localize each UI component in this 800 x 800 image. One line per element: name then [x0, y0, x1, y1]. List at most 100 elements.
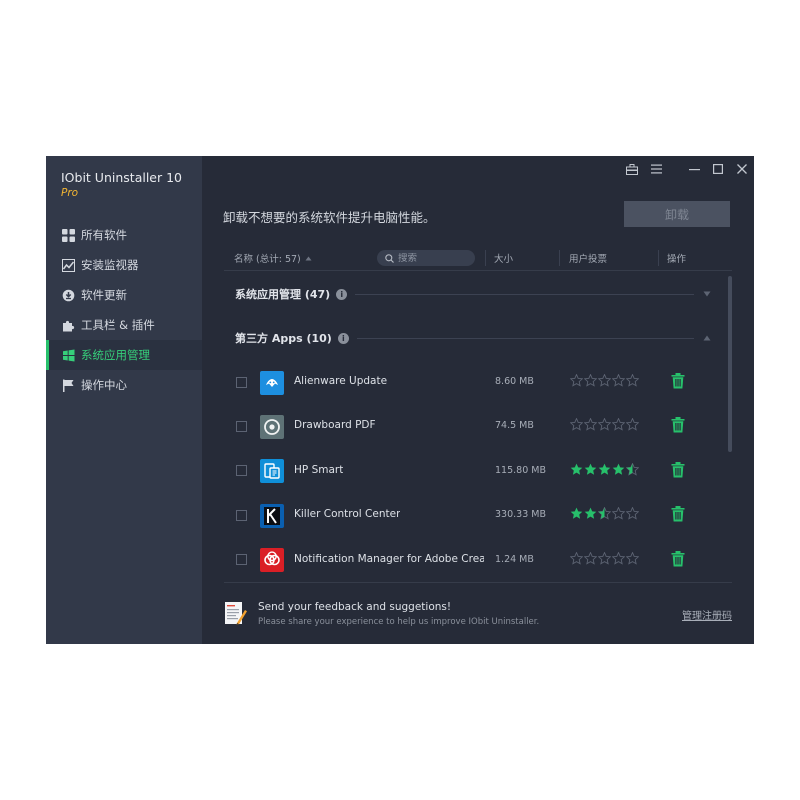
trash-icon[interactable]: [671, 417, 685, 433]
app-size: 74.5 MB: [495, 420, 534, 432]
column-size[interactable]: 大小: [494, 246, 513, 270]
grid-icon: [62, 228, 75, 242]
group-label: 第三方 Apps (10): [235, 332, 332, 345]
sidebar-nav: 所有软件 安装监视器 软件更新 工具栏 & 插件 系统应用管理 操作中心: [46, 220, 202, 400]
star-filled-icon: [612, 463, 625, 475]
feedback-title[interactable]: Send your feedback and suggetions!: [258, 601, 451, 613]
star-half-icon: [598, 507, 611, 520]
search-icon: [385, 253, 394, 263]
sidebar-item-toolbars-plugins[interactable]: 工具栏 & 插件: [46, 310, 202, 340]
sidebar-item-label: 工具栏 & 插件: [81, 318, 155, 332]
star-empty-icon: [584, 551, 597, 565]
sidebar-item-software-update[interactable]: 软件更新: [46, 280, 202, 310]
star-filled-icon: [598, 463, 611, 475]
alienware-icon: [260, 370, 284, 395]
rating-stars[interactable]: [570, 418, 640, 432]
window-controls: [620, 156, 754, 182]
rating-stars[interactable]: [570, 551, 640, 566]
menu-icon: [650, 164, 662, 174]
manage-license-link[interactable]: 管理注册码: [682, 607, 732, 622]
sidebar-item-system-apps[interactable]: 系统应用管理: [46, 340, 202, 370]
feedback-footer: Send your feedback and suggetions! Pleas…: [224, 582, 732, 644]
star-empty-icon: [612, 374, 625, 387]
star-empty-icon: [626, 418, 639, 431]
maximize-button[interactable]: [706, 156, 730, 182]
column-name-label: 名称 (总计: 57): [234, 254, 301, 265]
feedback-subtitle: Please share your experience to help us …: [258, 617, 540, 627]
column-rating[interactable]: 用户投票: [569, 246, 607, 270]
app-name[interactable]: HP Smart: [294, 464, 343, 476]
puzzle-icon: [62, 319, 75, 332]
rating-stars[interactable]: [570, 462, 640, 477]
sidebar-item-label: 系统应用管理: [81, 348, 150, 362]
expand-arrow-down-icon[interactable]: [702, 289, 712, 299]
star-empty-icon: [584, 374, 597, 387]
group-third-party-apps[interactable]: 第三方 Apps (10) i: [224, 324, 712, 352]
killer-icon: [260, 503, 284, 528]
trash-icon[interactable]: [671, 461, 685, 478]
star-empty-icon: [570, 418, 583, 431]
sidebar-item-install-monitor[interactable]: 安装监视器: [46, 250, 202, 280]
group-label: 系统应用管理 (47): [235, 288, 331, 301]
toolbox-button[interactable]: [620, 156, 644, 182]
scrollbar-thumb[interactable]: [728, 276, 732, 452]
star-filled-icon: [584, 463, 597, 475]
app-name[interactable]: Killer Control Center: [294, 508, 400, 520]
sort-up-icon: [305, 256, 312, 260]
trash-icon[interactable]: [671, 550, 685, 567]
star-filled-icon: [570, 463, 583, 475]
row-checkbox[interactable]: [236, 420, 247, 432]
column-header: 名称 (总计: 57) 大小 用户投票 操作: [224, 246, 732, 271]
table-row: Drawboard PDF 74.5 MB: [224, 405, 712, 449]
column-action: 操作: [667, 254, 687, 265]
column-name-sort[interactable]: 名称 (总计: 57): [234, 246, 312, 270]
search-input[interactable]: [398, 252, 468, 264]
star-empty-icon: [598, 418, 611, 431]
trash-icon[interactable]: [671, 506, 685, 522]
row-checkbox[interactable]: [236, 465, 247, 477]
star-filled-icon: [584, 507, 597, 519]
app-name[interactable]: Drawboard PDF: [294, 419, 376, 431]
app-name[interactable]: Alienware Update: [294, 375, 387, 387]
minimize-button[interactable]: [682, 156, 706, 182]
column-divider: [658, 250, 659, 266]
star-empty-icon: [612, 507, 625, 520]
star-empty-icon: [598, 551, 611, 565]
collapse-arrow-up-icon[interactable]: [702, 333, 712, 343]
rating-stars[interactable]: [570, 507, 640, 521]
info-icon[interactable]: i: [336, 288, 348, 300]
sidebar-item-action-center[interactable]: 操作中心: [46, 370, 202, 400]
search-box[interactable]: [377, 250, 475, 266]
hp-smart-icon: [260, 459, 284, 484]
rating-stars[interactable]: [570, 374, 640, 388]
sidebar: IObit Uninstaller 10 Pro 所有软件 安装监视器 软件更新: [46, 156, 202, 644]
info-icon[interactable]: i: [337, 332, 349, 344]
minimize-icon: [688, 169, 700, 171]
trash-icon[interactable]: [671, 373, 685, 389]
table-row: HP Smart 115.80 MB: [224, 450, 712, 494]
star-half-icon: [626, 462, 639, 476]
table-row: Notification Manager for Adobe Creativ..…: [224, 539, 712, 583]
close-button[interactable]: [730, 156, 754, 182]
star-empty-icon: [598, 374, 611, 387]
app-size: 115.80 MB: [495, 464, 546, 476]
group-system-apps[interactable]: 系统应用管理 (47) i: [224, 280, 712, 308]
app-name[interactable]: Notification Manager for Adobe Creativ..…: [294, 553, 484, 565]
star-empty-icon: [570, 551, 583, 565]
row-checkbox[interactable]: [236, 376, 247, 388]
adobe-cc-icon: [260, 548, 284, 573]
row-checkbox[interactable]: [236, 554, 247, 566]
uninstall-button[interactable]: 卸载: [624, 201, 730, 227]
row-checkbox[interactable]: [236, 509, 247, 521]
page-headline: 卸载不想要的系统软件提升电脑性能。: [223, 210, 436, 225]
main-panel: 卸载不想要的系统软件提升电脑性能。 卸载 名称 (总计: 57) 大小 用户投票…: [202, 156, 754, 644]
star-empty-icon: [612, 418, 625, 431]
group-divider: [355, 293, 694, 295]
feedback-form-icon[interactable]: [224, 601, 248, 627]
menu-button[interactable]: [644, 156, 668, 182]
toolbox-icon: [626, 163, 638, 175]
close-icon: [737, 164, 747, 174]
sidebar-item-all-software[interactable]: 所有软件: [46, 220, 202, 250]
app-size: 8.60 MB: [495, 376, 534, 387]
app-edition: Pro: [61, 187, 79, 199]
